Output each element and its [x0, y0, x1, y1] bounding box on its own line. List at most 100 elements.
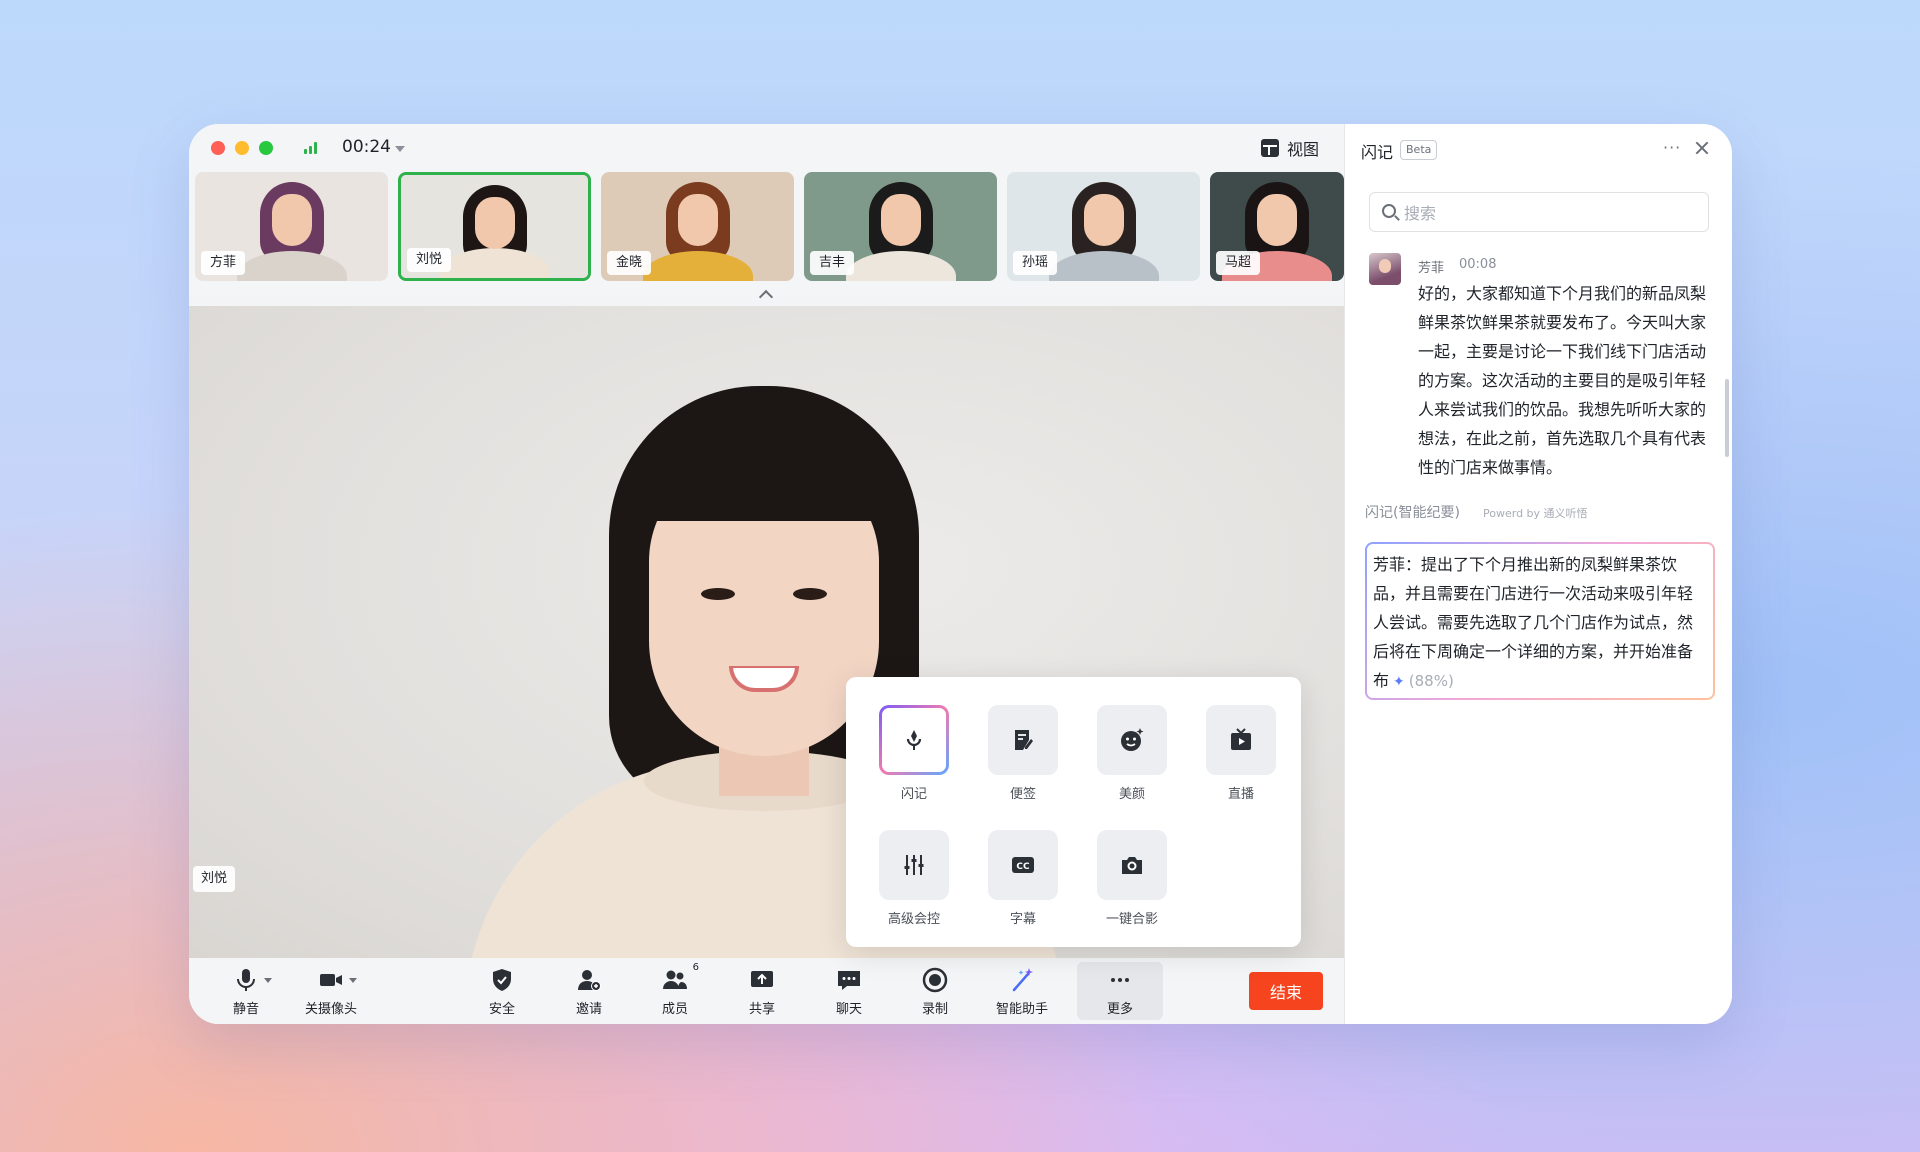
microphone-icon [232, 966, 272, 994]
record-button[interactable]: 录制 [900, 966, 970, 1020]
chevron-down-icon[interactable] [349, 978, 357, 983]
menu-item-label: 字幕 [1009, 912, 1036, 927]
panel-title: 闪记 [1361, 143, 1394, 162]
participant-thumbnail[interactable]: 刘悦 [398, 172, 591, 281]
participant-thumbnail[interactable]: 孙瑶 [1007, 172, 1200, 281]
photo-camera-icon [1122, 857, 1142, 874]
meeting-area: 00:24 视图 方菲 刘悦 金晓 吉丰 孙瑶 马超 刘悦 静音 关摄像头 安全… [189, 124, 1344, 1024]
maximize-window-button[interactable] [259, 141, 273, 155]
participant-name: 孙瑶 [1013, 251, 1058, 275]
thumbnail-face [880, 194, 921, 246]
meeting-window: 00:24 视图 方菲 刘悦 金晓 吉丰 孙瑶 马超 刘悦 静音 关摄像头 安全… [189, 124, 1732, 1024]
group-photo-tile[interactable] [1097, 830, 1167, 900]
search-icon [1382, 204, 1396, 218]
flash-notes-tile[interactable] [879, 705, 949, 775]
mute-button[interactable]: 静音 [211, 966, 281, 1020]
title-bar: 00:24 视图 [189, 124, 1344, 172]
members-label: 成员 [661, 1002, 688, 1017]
thumbnail-face [1083, 194, 1124, 246]
shield-icon [488, 966, 516, 994]
advanced-control-tile[interactable] [879, 830, 949, 900]
security-label: 安全 [488, 1002, 515, 1017]
menu-item-subtitles[interactable]: CC 字幕 [973, 830, 1073, 927]
add-user-icon [575, 966, 603, 994]
transcript-speaker: 芳菲 [1418, 261, 1445, 276]
subtitles-tile[interactable]: CC [988, 830, 1058, 900]
view-label: 视图 [1287, 140, 1320, 159]
camera-icon [317, 966, 357, 994]
participant-thumbnail[interactable]: 金晓 [601, 172, 794, 281]
thumbnail-face [474, 197, 515, 249]
summary-powered-by: Powerd by 通义听悟 [1483, 507, 1588, 520]
speaker-video-bangs [629, 401, 899, 521]
participant-thumbnail[interactable]: 吉丰 [804, 172, 997, 281]
thumbnail-face [1257, 194, 1297, 246]
network-signal-icon [304, 142, 318, 154]
chat-label: 聊天 [835, 1002, 862, 1017]
more-menu-popover: 闪记 便签 美颜 直播 高级会控 CC 字幕 一键合影 [846, 677, 1301, 947]
chevron-up-icon[interactable] [759, 288, 773, 302]
summary-section: 闪记(智能纪要) Powerd by 通义听悟 芳菲：提出了下个月推出新的凤梨鲜… [1345, 480, 1732, 1024]
chat-icon [835, 966, 863, 994]
closed-caption-icon: CC [1012, 857, 1034, 873]
summary-title: 闪记(智能纪要) [1365, 505, 1460, 521]
security-button[interactable]: 安全 [467, 966, 537, 1020]
menu-item-label: 直播 [1227, 787, 1254, 802]
svg-text:CC: CC [1016, 862, 1030, 872]
share-screen-icon [748, 966, 776, 994]
menu-item-label: 美颜 [1118, 787, 1145, 802]
share-button[interactable]: 共享 [727, 966, 797, 1020]
end-meeting-button[interactable]: 结束 [1249, 972, 1323, 1010]
more-options-icon[interactable]: ··· [1663, 138, 1681, 157]
layout-icon [1261, 139, 1279, 157]
ai-assistant-button[interactable]: 智能助手 [987, 966, 1057, 1020]
meeting-toolbar: 静音 关摄像头 安全 邀请 6 成员 共享 聊天 录制 智能助手 更多 [189, 958, 1344, 1024]
menu-item-advanced-control[interactable]: 高级会控 [864, 830, 964, 927]
participant-strip: 方菲 刘悦 金晓 吉丰 孙瑶 马超 [189, 172, 1344, 296]
thumbnail-face [271, 194, 312, 246]
thumbnail-face [677, 194, 718, 246]
menu-item-flash-notes[interactable]: 闪记 [864, 705, 964, 802]
participant-name: 刘悦 [407, 248, 452, 272]
beauty-face-icon [1121, 728, 1144, 751]
chat-button[interactable]: 聊天 [814, 966, 884, 1020]
menu-item-group-photo[interactable]: 一键合影 [1082, 830, 1182, 927]
menu-item-label: 一键合影 [1105, 912, 1158, 927]
menu-item-label: 闪记 [900, 787, 927, 802]
search-input[interactable] [1404, 201, 1694, 225]
record-icon [921, 966, 949, 994]
share-label: 共享 [748, 1002, 775, 1017]
beauty-tile[interactable] [1097, 705, 1167, 775]
members-count: 6 [692, 962, 699, 973]
participant-name: 马超 [1216, 251, 1261, 275]
menu-item-live[interactable]: 直播 [1191, 705, 1291, 802]
members-icon: 6 [661, 962, 699, 994]
menu-item-notes[interactable]: 便签 [973, 705, 1073, 802]
camera-button[interactable]: 关摄像头 [296, 966, 366, 1020]
transcript-scrollbar[interactable] [1725, 379, 1729, 457]
chevron-down-icon[interactable] [395, 146, 405, 152]
participant-thumbnail[interactable]: 方菲 [195, 172, 388, 281]
view-button[interactable]: 视图 [1261, 136, 1319, 160]
main-video-name-tag: 刘悦 [193, 866, 236, 892]
camera-label: 关摄像头 [304, 1002, 357, 1017]
close-window-button[interactable] [211, 141, 225, 155]
notes-tile[interactable] [988, 705, 1058, 775]
sliders-icon [904, 855, 924, 875]
chevron-down-icon[interactable] [264, 978, 272, 983]
menu-item-beauty[interactable]: 美颜 [1082, 705, 1182, 802]
participant-name: 金晓 [607, 251, 652, 275]
participant-thumbnail[interactable]: 马超 [1210, 172, 1344, 281]
close-icon[interactable] [1694, 140, 1710, 156]
summary-progress: (88%) [1408, 672, 1454, 690]
summary-text: 芳菲：提出了下个月推出新的凤梨鲜果茶饮品，并且需要在门店进行一次活动来吸引年轻人… [1373, 555, 1694, 690]
search-box[interactable] [1369, 192, 1709, 232]
invite-button[interactable]: 邀请 [554, 966, 624, 1020]
mute-label: 静音 [232, 1002, 259, 1017]
members-button[interactable]: 6 成员 [640, 962, 710, 1020]
live-tile[interactable] [1206, 705, 1276, 775]
more-button[interactable]: 更多 [1077, 962, 1163, 1020]
speaker-video-eye [701, 588, 735, 600]
minimize-window-button[interactable] [235, 141, 249, 155]
meeting-timer[interactable]: 00:24 [342, 137, 391, 157]
